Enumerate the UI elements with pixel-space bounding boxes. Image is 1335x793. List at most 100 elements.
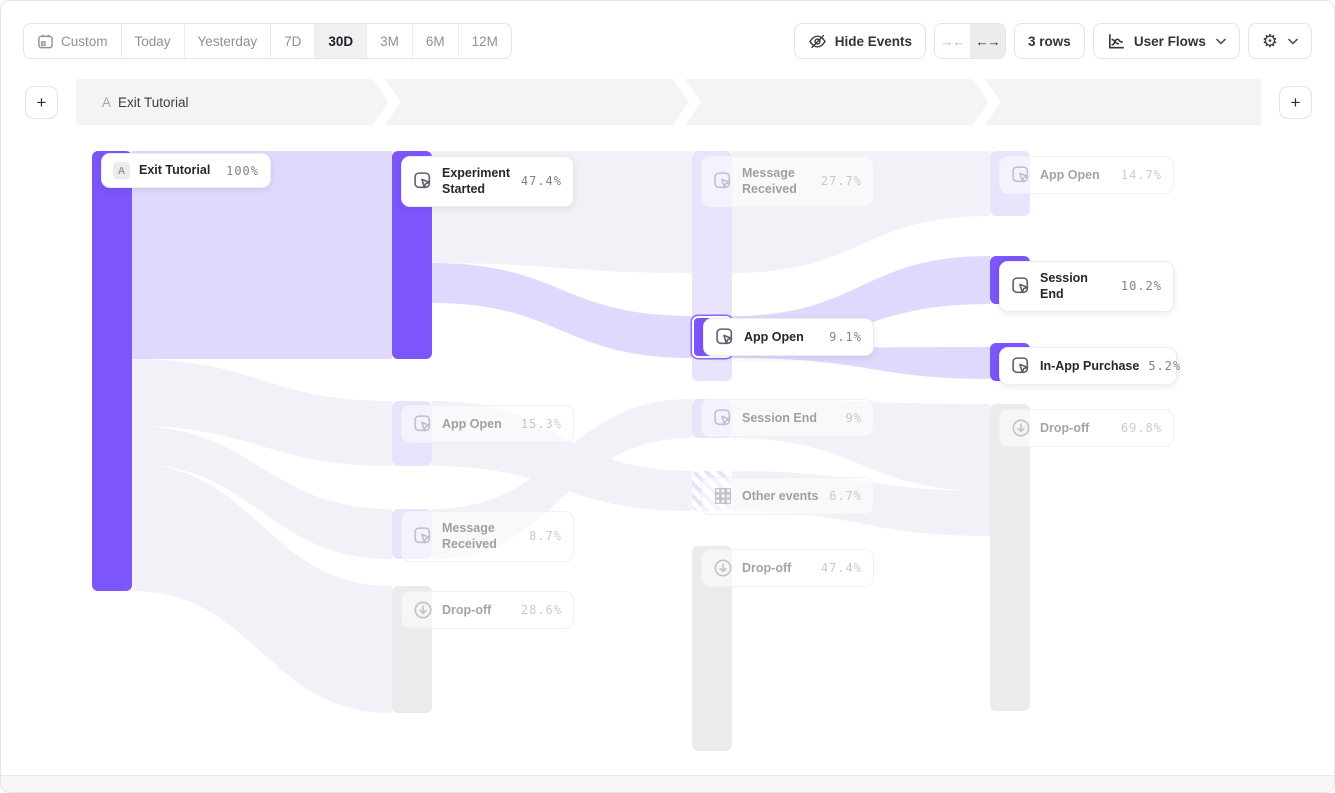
node-label: Experiment Started <box>442 165 512 198</box>
chevron-down-icon <box>1216 38 1226 45</box>
date-custom-button[interactable]: Custom <box>24 24 121 58</box>
date-3m-button[interactable]: 3M <box>366 24 412 58</box>
drop-off-icon <box>413 600 433 620</box>
node-card-message-received[interactable]: Message Received 27.7% <box>701 156 874 207</box>
node-label: Drop-off <box>1040 420 1112 436</box>
band-chevron-icon <box>372 79 402 125</box>
collapse-columns-button[interactable]: →← <box>935 24 970 58</box>
node-value: 9% <box>846 411 862 425</box>
node-bar-exit-tutorial[interactable] <box>92 151 132 591</box>
node-value: 14.7% <box>1121 168 1162 182</box>
collapse-icon: →← <box>941 34 965 49</box>
rows-label: 3 rows <box>1028 34 1071 49</box>
node-card-app-open[interactable]: App Open 14.7% <box>999 156 1174 194</box>
toolbar: Custom Today Yesterday 7D 30D 3M 6M 12M … <box>23 23 1312 59</box>
node-card-drop-off[interactable]: Drop-off 47.4% <box>701 549 874 587</box>
event-icon <box>1011 356 1031 376</box>
calendar-icon <box>37 33 54 50</box>
node-card-exit-tutorial[interactable]: A Exit Tutorial 100% <box>101 153 271 188</box>
event-icon <box>413 414 433 434</box>
band-chevron-icon <box>972 79 1002 125</box>
width-toggle-group: →← ←→ <box>934 23 1006 59</box>
node-card-session-end[interactable]: Session End 9% <box>701 399 874 437</box>
flow-highlight-experiment-to-appopen <box>432 263 692 358</box>
node-value: 47.4% <box>521 174 562 188</box>
event-icon <box>713 171 733 191</box>
date-30d-button[interactable]: 30D <box>314 24 366 58</box>
node-label: Other events <box>742 488 820 504</box>
funnel-band[interactable]: A Exit Tutorial <box>76 79 1261 125</box>
event-icon <box>713 408 733 428</box>
node-label: App Open <box>442 416 512 432</box>
chevron-down-icon <box>1288 38 1298 45</box>
view-selector-button[interactable]: User Flows <box>1093 23 1240 59</box>
node-label: Exit Tutorial <box>139 162 217 178</box>
node-card-app-open[interactable]: App Open 15.3% <box>401 405 574 443</box>
node-value: 9.1% <box>829 330 862 344</box>
event-icon <box>1011 165 1031 185</box>
date-7d-button[interactable]: 7D <box>270 24 314 58</box>
event-icon <box>1011 276 1031 296</box>
node-label: Session End <box>1040 270 1112 303</box>
hide-events-button[interactable]: Hide Events <box>794 23 926 59</box>
date-6m-button[interactable]: 6M <box>412 24 458 58</box>
grid-icon <box>713 486 733 506</box>
node-label: Message Received <box>742 165 812 198</box>
step-a-badge: A <box>113 162 130 179</box>
node-card-in-app-purchase[interactable]: In-App Purchase 5.2% <box>999 347 1177 385</box>
node-label: Message Received <box>442 520 520 553</box>
step-title: Exit Tutorial <box>118 95 189 110</box>
node-card-message-received[interactable]: Message Received 8.7% <box>401 511 574 562</box>
footer-strip <box>1 775 1334 792</box>
node-card-session-end[interactable]: Session End 10.2% <box>999 261 1174 312</box>
date-12m-button[interactable]: 12M <box>458 24 511 58</box>
node-label: App Open <box>744 329 820 345</box>
date-today-button[interactable]: Today <box>121 24 184 58</box>
node-value: 27.7% <box>821 174 862 188</box>
date-7d-label: 7D <box>284 34 301 49</box>
node-value: 47.4% <box>821 561 862 575</box>
expand-columns-button[interactable]: ←→ <box>970 24 1005 58</box>
add-step-right-button[interactable]: + <box>1279 86 1312 119</box>
node-card-app-open-selected[interactable]: App Open 9.1% <box>703 318 874 356</box>
node-bar-drop-off[interactable] <box>990 404 1030 711</box>
node-card-experiment-started[interactable]: Experiment Started 47.4% <box>401 156 574 207</box>
eye-off-icon <box>808 32 827 51</box>
node-value: 69.8% <box>1121 421 1162 435</box>
node-label: Drop-off <box>742 560 812 576</box>
toolbar-right: Hide Events →← ←→ 3 rows User Flows <box>794 23 1312 59</box>
sankey-flows <box>1 131 1335 776</box>
gear-icon: ⚙ <box>1262 32 1278 50</box>
date-yesterday-label: Yesterday <box>198 34 258 49</box>
date-6m-label: 6M <box>426 34 445 49</box>
node-card-drop-off[interactable]: Drop-off 69.8% <box>999 409 1174 447</box>
node-label: Drop-off <box>442 602 512 618</box>
node-value: 6.7% <box>829 489 862 503</box>
event-icon <box>413 526 433 546</box>
date-custom-label: Custom <box>61 34 108 49</box>
drop-off-icon <box>713 558 733 578</box>
date-12m-label: 12M <box>472 34 498 49</box>
node-value: 5.2% <box>1148 359 1181 373</box>
step-prefix: A <box>102 95 111 110</box>
node-label: In-App Purchase <box>1040 358 1139 374</box>
date-3m-label: 3M <box>380 34 399 49</box>
band-chevron-icon <box>672 79 702 125</box>
date-yesterday-button[interactable]: Yesterday <box>184 24 271 58</box>
date-30d-label: 30D <box>328 34 353 49</box>
user-flows-chart-icon <box>1107 32 1126 51</box>
node-label: App Open <box>1040 167 1112 183</box>
node-card-other-events[interactable]: Other events 6.7% <box>701 477 874 515</box>
date-range-group: Custom Today Yesterday 7D 30D 3M 6M 12M <box>23 23 512 59</box>
node-card-drop-off[interactable]: Drop-off 28.6% <box>401 591 574 629</box>
user-flows-app: Custom Today Yesterday 7D 30D 3M 6M 12M … <box>0 0 1335 793</box>
sankey-stage: A Exit Tutorial 100% Experiment Started … <box>1 131 1335 776</box>
date-today-label: Today <box>135 34 171 49</box>
plus-icon: + <box>37 93 47 113</box>
rows-button[interactable]: 3 rows <box>1014 23 1085 59</box>
event-icon <box>413 171 433 191</box>
node-value: 100% <box>226 164 259 178</box>
settings-button[interactable]: ⚙ <box>1248 23 1312 59</box>
add-step-left-button[interactable]: + <box>25 86 58 119</box>
event-icon <box>715 327 735 347</box>
